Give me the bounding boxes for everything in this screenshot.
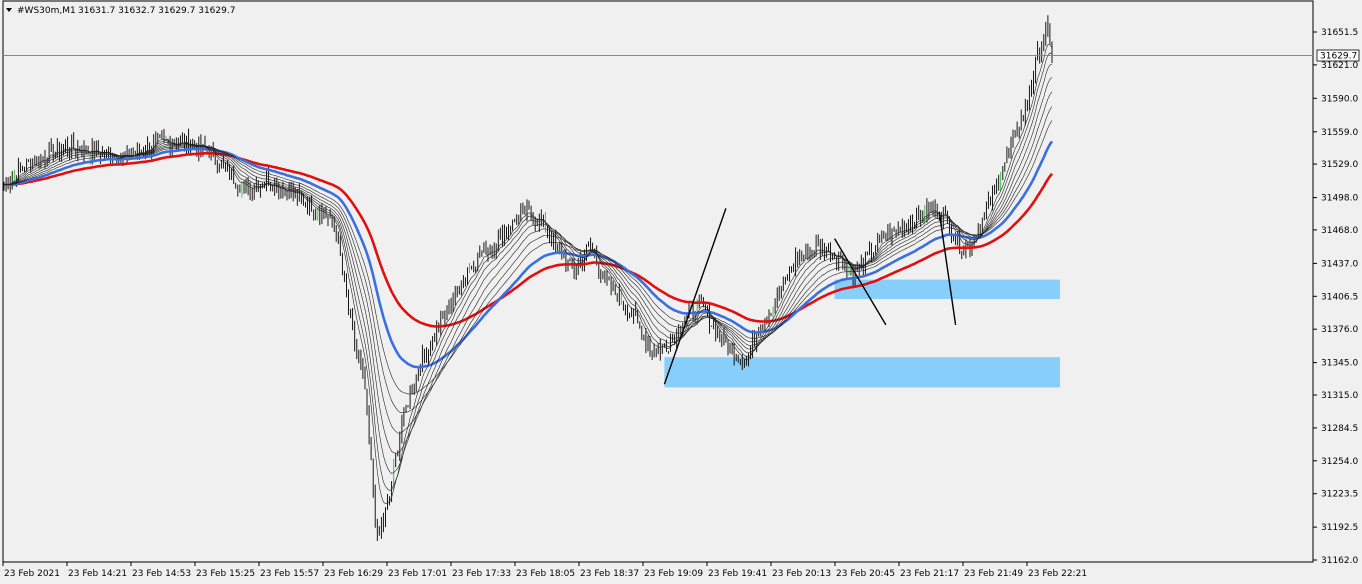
chart-header: #WS30m,M1 31631.7 31632.7 31629.7 31629.… (6, 6, 235, 16)
y-tick-label: 31254.0 (1321, 457, 1358, 467)
x-tick-label: 23 Feb 14:53 (132, 569, 191, 579)
x-tick-label: 23 Feb 18:37 (580, 569, 639, 579)
y-tick-label: 31406.5 (1321, 292, 1358, 302)
y-tick-label: 31590.0 (1321, 94, 1358, 104)
x-tick-label: 23 Feb 21:17 (900, 569, 959, 579)
x-tick-label: 23 Feb 15:25 (196, 569, 255, 579)
symbol-label: #WS30m,M1 (17, 6, 76, 16)
y-axis: 31651.5 31621.0 31590.0 31559.0 31529.0 31498… (1313, 28, 1358, 566)
x-axis: 23 Feb 2021 23 Feb 14:21 23 Feb 14:53 23 Fe… (2, 562, 1087, 579)
x-tick-label: 23 Feb 15:57 (260, 569, 319, 579)
y-tick-label: 31559.0 (1321, 128, 1358, 138)
y-tick-label: 31223.5 (1321, 490, 1358, 500)
x-tick-label: 23 Feb 17:33 (452, 569, 511, 579)
y-tick-label: 31437.0 (1321, 259, 1358, 269)
current-price-value: 31629.7 (1320, 52, 1357, 62)
x-tick-label: 23 Feb 19:09 (644, 569, 703, 579)
plot-area (2, 0, 1314, 563)
y-tick-label: 31315.0 (1321, 391, 1358, 401)
current-price-tag: 31629.7 (1316, 49, 1360, 62)
x-tick-label: 23 Feb 17:01 (388, 569, 447, 579)
y-tick-label: 31498.0 (1321, 194, 1358, 204)
y-tick-label: 31162.0 (1321, 556, 1358, 566)
x-tick-label: 23 Feb 2021 (4, 569, 60, 579)
y-tick-label: 31284.5 (1321, 424, 1358, 434)
x-tick-label: 23 Feb 19:41 (708, 569, 767, 579)
y-tick-label: 31529.0 (1321, 160, 1358, 170)
x-tick-label: 23 Feb 22:21 (1028, 569, 1087, 579)
y-tick-label: 31651.5 (1321, 28, 1358, 38)
x-tick-label: 23 Feb 16:29 (324, 569, 383, 579)
x-tick-label: 23 Feb 20:13 (772, 569, 831, 579)
x-tick-label: 23 Feb 20:45 (836, 569, 895, 579)
y-tick-label: 31345.0 (1321, 359, 1358, 369)
x-tick-label: 23 Feb 18:05 (516, 569, 575, 579)
y-tick-label: 31468.0 (1321, 226, 1358, 236)
y-tick-label: 31192.5 (1321, 523, 1358, 533)
y-tick-label: 31621.0 (1321, 61, 1358, 71)
y-tick-label: 31376.0 (1321, 325, 1358, 335)
price-chart[interactable]: 31651.5 31621.0 31590.0 31559.0 31529.0 31498… (0, 0, 1362, 584)
ohlc-label: 31631.7 31632.7 31629.7 31629.7 (78, 6, 235, 16)
demand-zone-rect[interactable] (664, 357, 1060, 388)
x-tick-label: 23 Feb 14:21 (68, 569, 127, 579)
x-tick-label: 23 Feb 21:49 (964, 569, 1023, 579)
